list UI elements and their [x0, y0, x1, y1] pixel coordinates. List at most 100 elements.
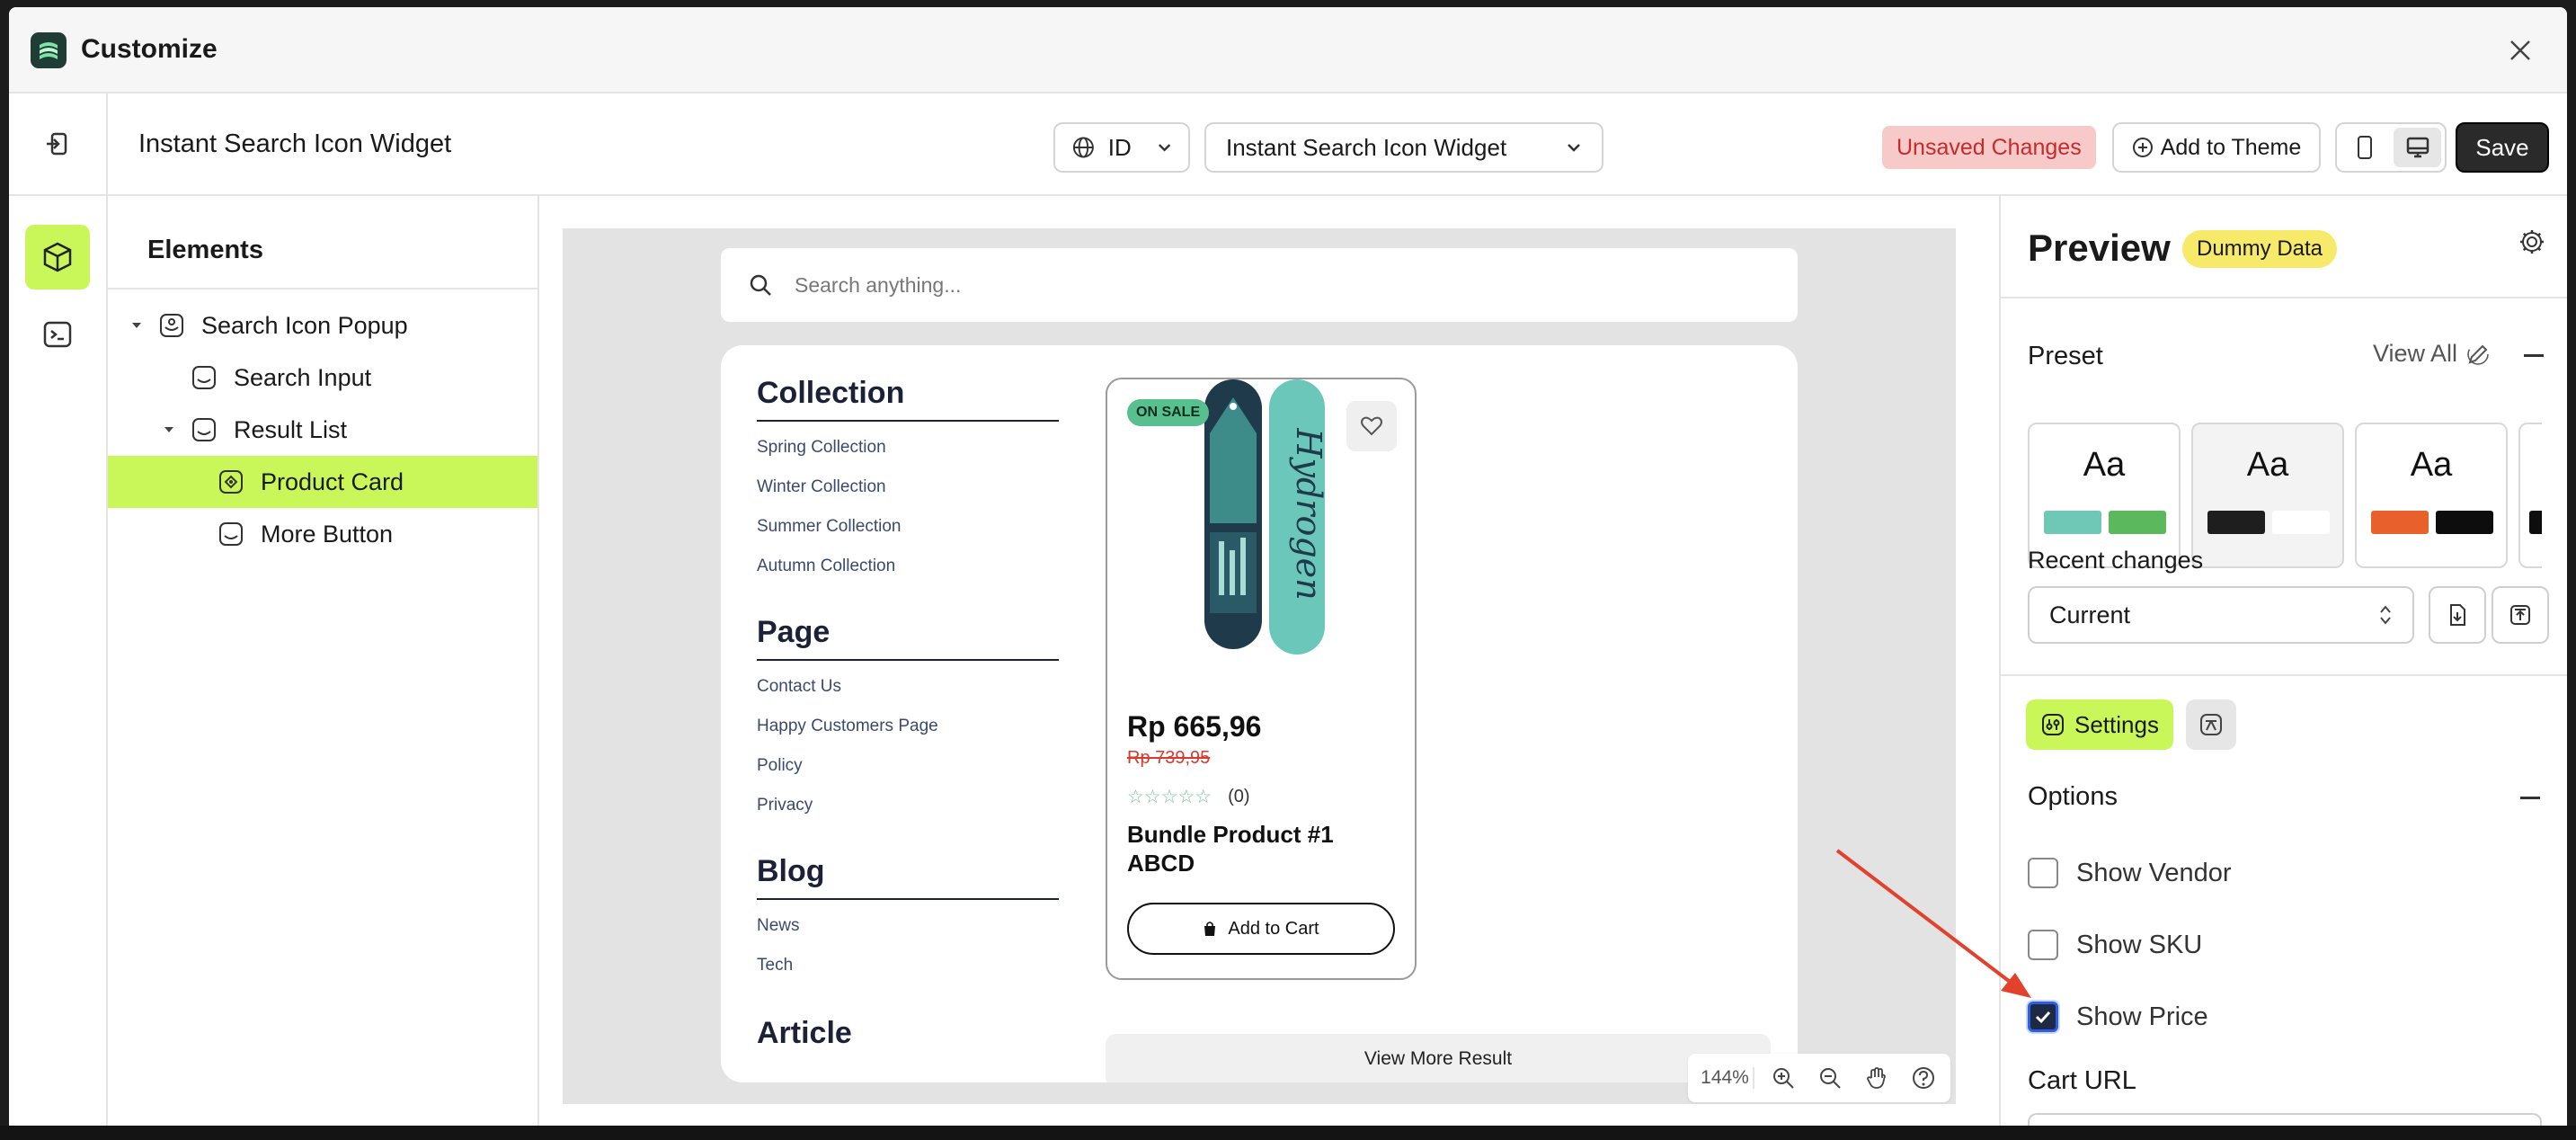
heart-icon [1361, 416, 1382, 436]
section-title: Collection [757, 376, 1059, 422]
preset-sample: Aa [2410, 446, 2453, 484]
elements-tab-button[interactable] [25, 225, 90, 289]
tree-item-more-button[interactable]: More Button [108, 508, 537, 560]
option-label: Show SKU [2076, 930, 2203, 959]
option-show-price[interactable]: Show Price [2028, 1002, 2208, 1032]
recent-changes-select[interactable]: Current [2028, 586, 2414, 644]
mobile-view-button[interactable] [2341, 128, 2388, 167]
result-link[interactable]: Policy [757, 753, 1059, 779]
tree-item-label: Result List [234, 415, 348, 443]
result-link[interactable]: Spring Collection [757, 434, 1059, 461]
tree-item-search-icon-popup[interactable]: Search Icon Popup [108, 299, 537, 352]
option-show-vendor[interactable]: Show Vendor [2028, 858, 2232, 888]
tab-settings-label: Settings [2074, 710, 2159, 738]
widget-select[interactable]: Instant Search Icon Widget [1204, 122, 1603, 173]
preview-canvas[interactable]: Search anything... Collection Spring Col… [563, 228, 1956, 1104]
recent-changes-value: Current [2049, 601, 2131, 628]
help-icon[interactable] [1905, 1060, 1941, 1096]
export-button[interactable] [2492, 586, 2549, 644]
search-icon [750, 274, 771, 296]
result-link[interactable]: Autumn Collection [757, 553, 1059, 580]
tree-item-result-list[interactable]: Result List [108, 404, 537, 456]
widget-select-value: Instant Search Icon Widget [1226, 133, 1507, 161]
panel-tabs: Settings [2026, 699, 2236, 750]
desktop-icon [2406, 137, 2429, 158]
search-placeholder: Search anything... [795, 272, 962, 297]
hand-pan-icon[interactable] [1859, 1060, 1895, 1096]
zoom-out-icon[interactable] [1812, 1060, 1848, 1096]
preset-swatch [2371, 511, 2429, 534]
checkmark-icon [2035, 1011, 2051, 1024]
on-sale-badge: ON SALE [1127, 399, 1210, 426]
settings-panel: Preview Dummy Data Preset View All Aa Aa [1999, 196, 2567, 1133]
save-button[interactable]: Save [2456, 122, 2549, 173]
sort-chevrons-icon [2380, 605, 2391, 625]
tree-item-label: Search Icon Popup [201, 311, 408, 339]
search-results-popup: Collection Spring Collection Winter Coll… [721, 345, 1798, 1082]
result-link[interactable]: Privacy [757, 792, 1059, 819]
view-more-button[interactable]: View More Result [1106, 1034, 1771, 1082]
preset-card[interactable] [2518, 423, 2542, 568]
zoom-level: 144% [1697, 1067, 1754, 1089]
caret-down-icon[interactable] [128, 319, 146, 332]
result-link[interactable]: Winter Collection [757, 474, 1059, 501]
plus-circle-icon [2132, 138, 2153, 157]
tree-item-label: Search Input [234, 363, 372, 391]
caret-down-icon[interactable] [160, 423, 178, 436]
result-link[interactable]: Tech [757, 952, 1059, 979]
show-price-checkbox[interactable] [2028, 1002, 2058, 1032]
cube-icon [43, 242, 72, 272]
editor-toolbar: Instant Search Icon Widget ID Instant Se… [9, 94, 2567, 196]
desktop-view-button[interactable] [2394, 128, 2441, 167]
collapse-options-icon[interactable] [2520, 797, 2540, 799]
preset-card[interactable]: Aa [2355, 423, 2508, 568]
show-vendor-checkbox[interactable] [2028, 858, 2058, 888]
sliders-icon [2042, 714, 2064, 735]
style-icon [2199, 714, 2222, 735]
tab-style[interactable] [2185, 699, 2236, 750]
product-card[interactable]: Hydrogen ON SALE Rp 665,96 Rp 739,95 ☆☆☆… [1106, 378, 1417, 980]
close-icon[interactable] [2500, 31, 2540, 70]
code-tab-button[interactable] [25, 302, 90, 367]
language-value: ID [1107, 133, 1132, 161]
result-link[interactable]: Summer Collection [757, 513, 1059, 540]
preset-card[interactable]: Aa [2191, 423, 2344, 568]
options-heading: Options [2028, 782, 2118, 811]
show-sku-checkbox[interactable] [2028, 930, 2058, 960]
preset-swatch [2207, 511, 2265, 534]
preset-swatch [2529, 511, 2542, 534]
import-button[interactable] [2429, 586, 2486, 644]
app-logo-icon [31, 32, 67, 68]
option-show-sku[interactable]: Show SKU [2028, 930, 2202, 960]
elements-panel: Elements Search Icon Popup Search Input … [108, 196, 539, 1133]
tree-item-product-card[interactable]: Product Card [108, 456, 537, 508]
app-title: Customize [81, 34, 218, 64]
result-link[interactable]: Contact Us [757, 673, 1059, 700]
star-icons: ☆☆☆☆☆ [1127, 787, 1212, 807]
component-icon [218, 521, 244, 548]
edit-icon [2467, 343, 2489, 365]
product-image: Hydrogen [1204, 379, 1328, 655]
add-to-theme-button[interactable]: Add to Theme [2112, 122, 2321, 173]
component-icon [158, 312, 185, 339]
result-link[interactable]: Happy Customers Page [757, 713, 1059, 740]
gear-icon[interactable] [2518, 228, 2545, 260]
add-to-theme-label: Add to Theme [2160, 134, 2302, 160]
exit-button[interactable] [9, 94, 108, 194]
add-to-cart-button[interactable]: Add to Cart [1127, 903, 1395, 955]
preview-search-input[interactable]: Search anything... [721, 248, 1798, 322]
view-all-link[interactable]: View All [2373, 340, 2490, 368]
wishlist-button[interactable] [1346, 401, 1397, 451]
result-link[interactable]: News [757, 913, 1059, 940]
product-name[interactable]: Bundle Product #1 ABCD [1127, 820, 1397, 877]
tab-settings[interactable]: Settings [2026, 699, 2173, 750]
review-count: (0) [1228, 787, 1250, 806]
cart-url-label: Cart URL [2028, 1066, 2136, 1095]
upload-icon [2510, 605, 2530, 625]
language-select[interactable]: ID [1053, 122, 1190, 173]
elements-heading: Elements [108, 196, 537, 289]
customize-window: Customize Instant Search Icon Widget ID … [9, 7, 2567, 1133]
zoom-in-icon[interactable] [1765, 1060, 1801, 1096]
tree-item-search-input[interactable]: Search Input [108, 352, 537, 404]
collapse-preset-icon[interactable] [2524, 354, 2544, 357]
